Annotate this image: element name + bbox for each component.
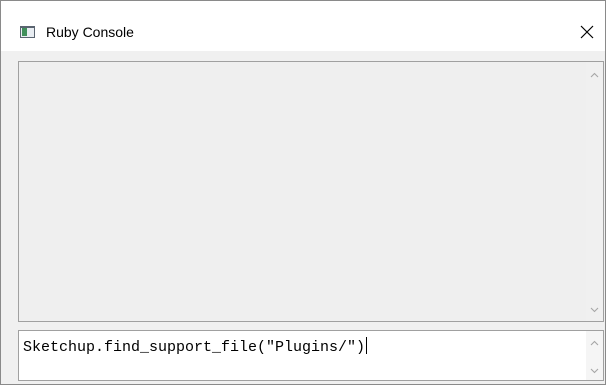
chevron-up-icon[interactable] bbox=[590, 339, 599, 348]
text-caret bbox=[366, 337, 368, 354]
close-button[interactable] bbox=[568, 16, 606, 48]
ruby-console-window: Ruby Console Sketchup.find_support_file(… bbox=[0, 0, 606, 385]
close-icon bbox=[580, 25, 594, 39]
input-scrollbar[interactable] bbox=[586, 331, 603, 380]
console-output-area[interactable] bbox=[18, 61, 604, 322]
chevron-down-icon[interactable] bbox=[590, 305, 599, 314]
chevron-down-icon[interactable] bbox=[590, 366, 599, 375]
console-input-field[interactable]: Sketchup.find_support_file("Plugins/") bbox=[18, 330, 604, 381]
ruby-console-window-icon bbox=[20, 26, 35, 38]
window-title: Ruby Console bbox=[46, 24, 134, 40]
chevron-up-icon[interactable] bbox=[590, 71, 599, 80]
console-input-value: Sketchup.find_support_file("Plugins/") bbox=[23, 339, 366, 356]
output-scrollbar[interactable] bbox=[586, 62, 603, 321]
title-bar[interactable]: Ruby Console bbox=[1, 1, 605, 51]
